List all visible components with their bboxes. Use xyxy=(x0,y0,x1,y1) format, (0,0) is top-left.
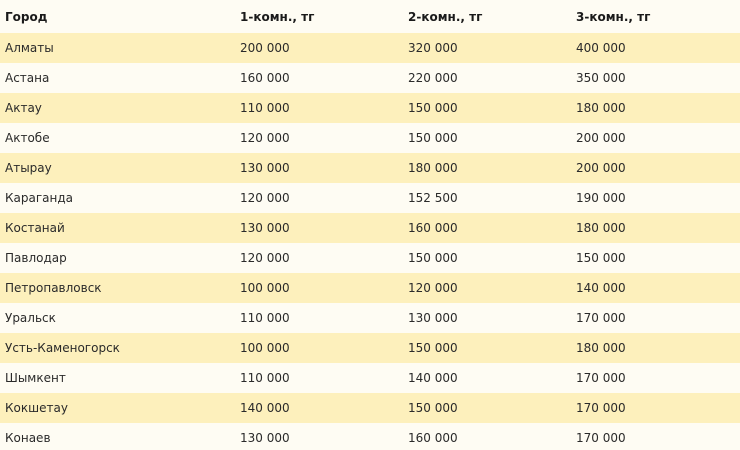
cell-one-room: 130 000 xyxy=(240,161,290,175)
cell-city: Костанай xyxy=(5,221,65,235)
cell-one-room: 100 000 xyxy=(240,341,290,355)
cell-one-room: 100 000 xyxy=(240,281,290,295)
cell-one-room: 120 000 xyxy=(240,251,290,265)
cell-city: Усть-Каменогорск xyxy=(5,341,120,355)
table-header: Город 1-комн., тг 2-комн., тг 3-комн., т… xyxy=(0,0,740,33)
cell-three-room: 150 000 xyxy=(576,251,626,265)
cell-two-room: 140 000 xyxy=(408,371,458,385)
cell-three-room: 200 000 xyxy=(576,161,626,175)
table-row: Уральск 110 000 130 000 170 000 xyxy=(0,303,740,333)
table-row: Усть-Каменогорск 100 000 150 000 180 000 xyxy=(0,333,740,363)
cell-city: Павлодар xyxy=(5,251,67,265)
header-row: Город 1-комн., тг 2-комн., тг 3-комн., т… xyxy=(0,0,740,33)
cell-one-room: 120 000 xyxy=(240,131,290,145)
cell-three-room: 170 000 xyxy=(576,431,626,445)
cell-one-room: 130 000 xyxy=(240,431,290,445)
cell-two-room: 150 000 xyxy=(408,131,458,145)
table-row: Костанай 130 000 160 000 180 000 xyxy=(0,213,740,243)
table-row: Актау 110 000 150 000 180 000 xyxy=(0,93,740,123)
cell-city: Астана xyxy=(5,71,50,85)
table-row: Атырау 130 000 180 000 200 000 xyxy=(0,153,740,183)
cell-three-room: 170 000 xyxy=(576,401,626,415)
header-three-room: 3-комн., тг xyxy=(576,9,651,24)
cell-two-room: 130 000 xyxy=(408,311,458,325)
cell-two-room: 150 000 xyxy=(408,401,458,415)
cell-three-room: 400 000 xyxy=(576,41,626,55)
cell-two-room: 160 000 xyxy=(408,431,458,445)
cell-city: Атырау xyxy=(5,161,52,175)
table-row: Алматы 200 000 320 000 400 000 xyxy=(0,33,740,63)
cell-one-room: 200 000 xyxy=(240,41,290,55)
cell-three-room: 190 000 xyxy=(576,191,626,205)
table-row: Астана 160 000 220 000 350 000 xyxy=(0,63,740,93)
cell-three-room: 180 000 xyxy=(576,221,626,235)
cell-city: Караганда xyxy=(5,191,73,205)
cell-two-room: 152 500 xyxy=(408,191,458,205)
cell-one-room: 110 000 xyxy=(240,311,290,325)
cell-one-room: 110 000 xyxy=(240,101,290,115)
cell-two-room: 160 000 xyxy=(408,221,458,235)
cell-city: Шымкент xyxy=(5,371,66,385)
table-row: Караганда 120 000 152 500 190 000 xyxy=(0,183,740,213)
cell-three-room: 140 000 xyxy=(576,281,626,295)
table-body: Алматы 200 000 320 000 400 000 Астана 160 000… xyxy=(0,33,740,450)
table-row: Кокшетау 140 000 150 000 170 000 xyxy=(0,393,740,423)
cell-one-room: 160 000 xyxy=(240,71,290,85)
rent-price-table: Город 1-комн., тг 2-комн., тг 3-комн., т… xyxy=(0,0,740,450)
cell-two-room: 150 000 xyxy=(408,101,458,115)
cell-three-room: 180 000 xyxy=(576,101,626,115)
cell-one-room: 130 000 xyxy=(240,221,290,235)
cell-two-room: 150 000 xyxy=(408,341,458,355)
cell-two-room: 150 000 xyxy=(408,251,458,265)
table-row: Петропавловск 100 000 120 000 140 000 xyxy=(0,273,740,303)
cell-one-room: 140 000 xyxy=(240,401,290,415)
cell-three-room: 200 000 xyxy=(576,131,626,145)
cell-city: Петропавловск xyxy=(5,281,102,295)
table-row: Актобе 120 000 150 000 200 000 xyxy=(0,123,740,153)
cell-two-room: 180 000 xyxy=(408,161,458,175)
cell-city: Кокшетау xyxy=(5,401,68,415)
header-two-room: 2-комн., тг xyxy=(408,9,483,24)
cell-one-room: 120 000 xyxy=(240,191,290,205)
cell-three-room: 180 000 xyxy=(576,341,626,355)
cell-two-room: 120 000 xyxy=(408,281,458,295)
header-city: Город xyxy=(5,9,48,24)
cell-city: Алматы xyxy=(5,41,54,55)
cell-city: Актау xyxy=(5,101,42,115)
cell-two-room: 320 000 xyxy=(408,41,458,55)
table-row: Павлодар 120 000 150 000 150 000 xyxy=(0,243,740,273)
cell-city: Актобе xyxy=(5,131,50,145)
cell-two-room: 220 000 xyxy=(408,71,458,85)
cell-city: Конаев xyxy=(5,431,51,445)
cell-three-room: 350 000 xyxy=(576,71,626,85)
cell-one-room: 110 000 xyxy=(240,371,290,385)
table-row: Шымкент 110 000 140 000 170 000 xyxy=(0,363,740,393)
header-one-room: 1-комн., тг xyxy=(240,9,315,24)
cell-three-room: 170 000 xyxy=(576,371,626,385)
cell-three-room: 170 000 xyxy=(576,311,626,325)
table-row: Конаев 130 000 160 000 170 000 xyxy=(0,423,740,450)
cell-city: Уральск xyxy=(5,311,56,325)
